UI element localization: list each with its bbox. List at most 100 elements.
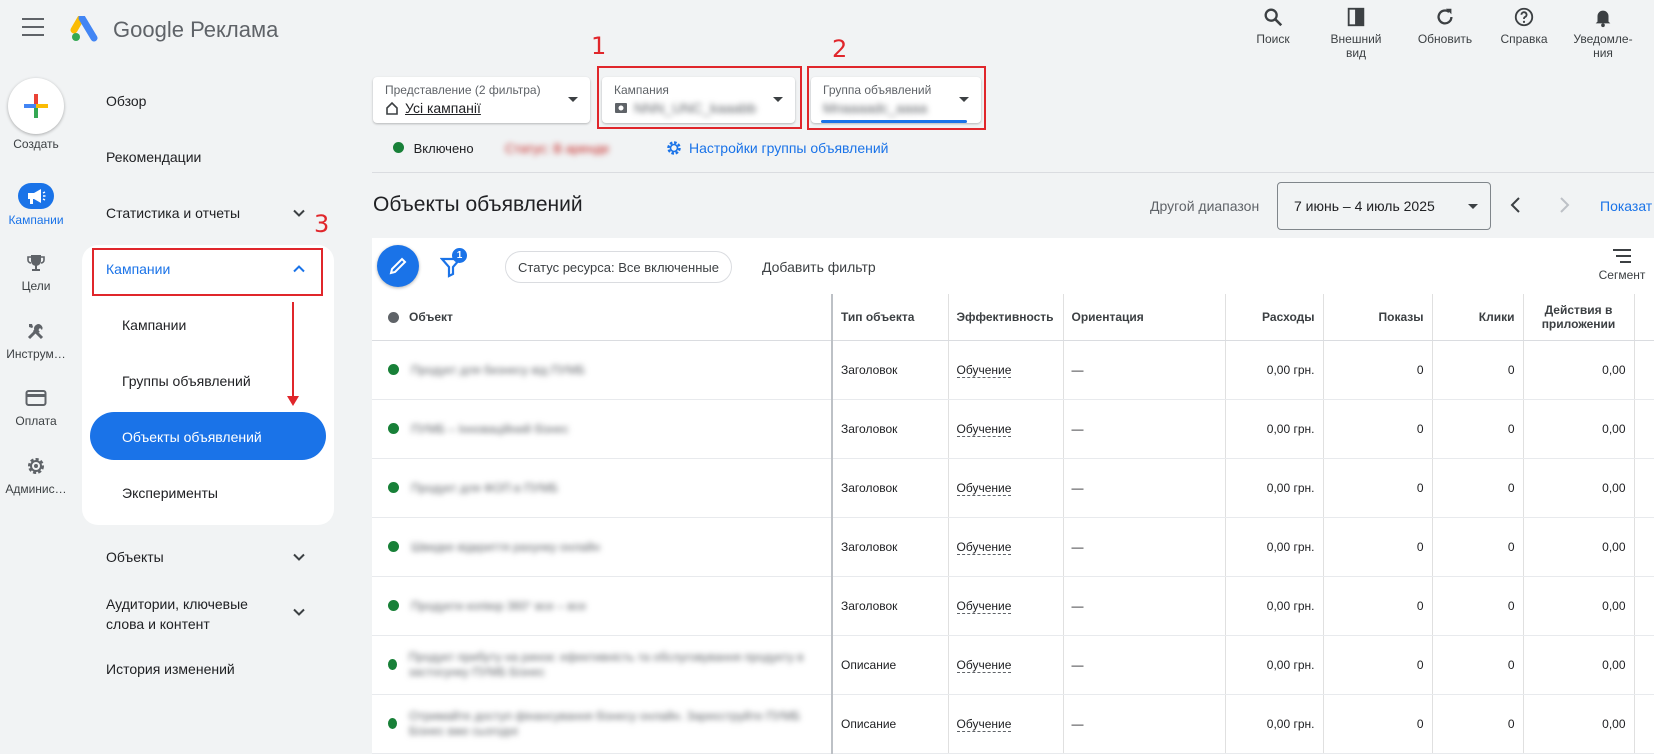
object-cell[interactable]: ПУМБ – Інноваційний бізнес: [372, 399, 833, 459]
rail-campaigns-label[interactable]: Кампании: [0, 213, 72, 227]
object-cell[interactable]: Продукт для ФОП в ПУМБ: [372, 458, 833, 518]
date-range-label: Другой диапазон: [1150, 198, 1260, 214]
edit-button[interactable]: [377, 245, 419, 287]
show-link[interactable]: Показат: [1600, 198, 1652, 214]
object-cell[interactable]: Продукти копіюр 360° все – все: [372, 576, 833, 636]
performance-cell[interactable]: Обучение: [948, 458, 1064, 518]
top-search-button[interactable]: Поиск: [1233, 6, 1313, 46]
chevron-down-icon[interactable]: [292, 206, 306, 220]
adgroup-settings-link[interactable]: Настройки группы объявлений: [665, 139, 889, 157]
filter-button[interactable]: 1: [440, 248, 470, 282]
nav-recommendations[interactable]: Рекомендации: [106, 149, 201, 165]
rail-billing-button[interactable]: [18, 385, 54, 411]
col-cost[interactable]: Расходы: [1225, 294, 1324, 341]
table-row[interactable]: Продукти копіюр 360° все – все Заголовок…: [372, 576, 1654, 636]
menu-icon[interactable]: [22, 18, 44, 36]
nav-audiences[interactable]: Аудитории, ключевые слова и контент: [106, 594, 281, 634]
chevron-up-icon[interactable]: [292, 262, 306, 276]
view-filter-dropdown[interactable]: Представление (2 фильтра) Усі кампанії: [373, 77, 590, 123]
rail-goals-label[interactable]: Цели: [0, 279, 72, 293]
nav-change-history[interactable]: История изменений: [106, 661, 235, 677]
add-filter-button[interactable]: Добавить фильтр: [762, 259, 876, 275]
dropdown-arrow-icon: [1468, 204, 1478, 209]
nav-statistics[interactable]: Статистика и отчеты: [106, 205, 240, 221]
help-icon: [1514, 7, 1534, 27]
nav-sub-campaigns[interactable]: Кампании: [122, 317, 186, 333]
create-button[interactable]: [8, 78, 64, 134]
header-divider: [372, 172, 1654, 173]
rail-billing-label[interactable]: Оплата: [0, 414, 72, 428]
col-app-actions[interactable]: Действия в приложении: [1523, 294, 1635, 341]
date-range-picker[interactable]: 7 июнь – 4 июль 2025: [1277, 182, 1491, 230]
impressions-cell: 0: [1323, 399, 1433, 459]
rail-campaigns-button[interactable]: [18, 183, 54, 209]
col-type[interactable]: Тип объекта: [832, 294, 949, 341]
status-dot: [388, 718, 398, 729]
table-row[interactable]: Швидке відкриття рахунку онлайн Заголово…: [372, 517, 1654, 577]
rail-admin-button[interactable]: [18, 453, 54, 479]
object-cell[interactable]: Отримайте доступ фінансування бізнесу он…: [372, 694, 833, 754]
clicks-cell: 0: [1432, 517, 1524, 577]
col-performance[interactable]: Эффективность: [948, 294, 1064, 341]
top-appearance-button[interactable]: Внешний вид: [1316, 6, 1396, 60]
orientation-cell: —: [1063, 399, 1226, 459]
performance-cell[interactable]: Обучение: [948, 517, 1064, 577]
nav-sub-adgroups[interactable]: Группы объявлений: [122, 373, 251, 389]
top-refresh-button[interactable]: Обновить: [1405, 6, 1485, 46]
clicks-cell: 0: [1432, 576, 1524, 636]
active-underline: [821, 120, 967, 123]
campaign-filter-dropdown[interactable]: Кампания NNN_UNC_kaaabb: [602, 77, 795, 123]
rail-admin-label[interactable]: Админис…: [0, 482, 72, 496]
nav-campaigns[interactable]: Кампании: [106, 261, 170, 277]
type-cell: Заголовок: [832, 340, 949, 400]
clicks-cell: 0: [1432, 458, 1524, 518]
chevron-right-icon[interactable]: [1556, 196, 1572, 214]
object-cell[interactable]: Продукт прибуту на ринок: ефективність т…: [372, 635, 833, 695]
table-row[interactable]: ПУМБ – Інноваційний бізнес Заголовок Обу…: [372, 399, 1654, 459]
chevron-left-icon[interactable]: [1508, 196, 1524, 214]
table-row[interactable]: Продукт для бизнесу від ПУМБ Заголовок О…: [372, 340, 1654, 400]
plus-icon: [24, 94, 48, 118]
status-dot: [388, 600, 399, 611]
adgroup-filter-dropdown[interactable]: Группа объявлений Мпааааdc_аааа: [811, 77, 981, 123]
enabled-status: Включено: [393, 141, 474, 156]
create-label: Создать: [13, 137, 59, 151]
col-object[interactable]: Объект: [372, 294, 833, 341]
top-notifications-button[interactable]: Уведомле-ния: [1563, 6, 1643, 60]
rail-tools-button[interactable]: [18, 318, 54, 344]
object-cell[interactable]: Швидке відкриття рахунку онлайн: [372, 517, 833, 577]
appearance-icon: [1347, 7, 1365, 27]
app-actions-cell: 0,00: [1523, 517, 1635, 577]
top-action-label: Обновить: [1417, 32, 1473, 46]
performance-cell[interactable]: Обучение: [948, 694, 1064, 754]
rail-tools-label[interactable]: Инструм…: [0, 347, 72, 361]
resource-status-chip[interactable]: Статус ресурса: Все включенные: [505, 251, 732, 283]
trophy-icon: [27, 255, 45, 271]
table-row[interactable]: Отримайте доступ фінансування бізнесу он…: [372, 694, 1654, 754]
chevron-down-icon[interactable]: [292, 605, 306, 619]
performance-cell[interactable]: Обучение: [948, 399, 1064, 459]
annotation-number-2: 2: [832, 35, 848, 63]
chevron-down-icon[interactable]: [292, 550, 306, 564]
col-impressions[interactable]: Показы: [1323, 294, 1433, 341]
nav-objects[interactable]: Объекты: [106, 549, 164, 565]
top-help-button[interactable]: Справка: [1484, 6, 1564, 46]
segment-button[interactable]: Сегмент: [1590, 248, 1654, 282]
col-orientation[interactable]: Ориентация: [1063, 294, 1226, 341]
col-clicks[interactable]: Клики: [1432, 294, 1524, 341]
nav-overview[interactable]: Обзор: [106, 93, 146, 109]
nav-sub-experiments[interactable]: Эксперименты: [122, 485, 218, 501]
nav-sub-assets[interactable]: Объекты объявлений: [122, 429, 262, 445]
spacer-cell: [1634, 694, 1654, 754]
rail-goals-button[interactable]: [18, 250, 54, 276]
table-row[interactable]: Продукт для ФОП в ПУМБ Заголовок Обучени…: [372, 458, 1654, 518]
performance-cell[interactable]: Обучение: [948, 576, 1064, 636]
app-actions-cell: 0,00: [1523, 399, 1635, 459]
orientation-cell: —: [1063, 340, 1226, 400]
object-cell[interactable]: Продукт для бизнесу від ПУМБ: [372, 340, 833, 400]
performance-cell[interactable]: Обучение: [948, 635, 1064, 695]
annotation-number-3: 3: [314, 210, 330, 238]
performance-cell[interactable]: Обучение: [948, 340, 1064, 400]
table-row[interactable]: Продукт прибуту на ринок: ефективність т…: [372, 635, 1654, 695]
impressions-cell: 0: [1323, 635, 1433, 695]
